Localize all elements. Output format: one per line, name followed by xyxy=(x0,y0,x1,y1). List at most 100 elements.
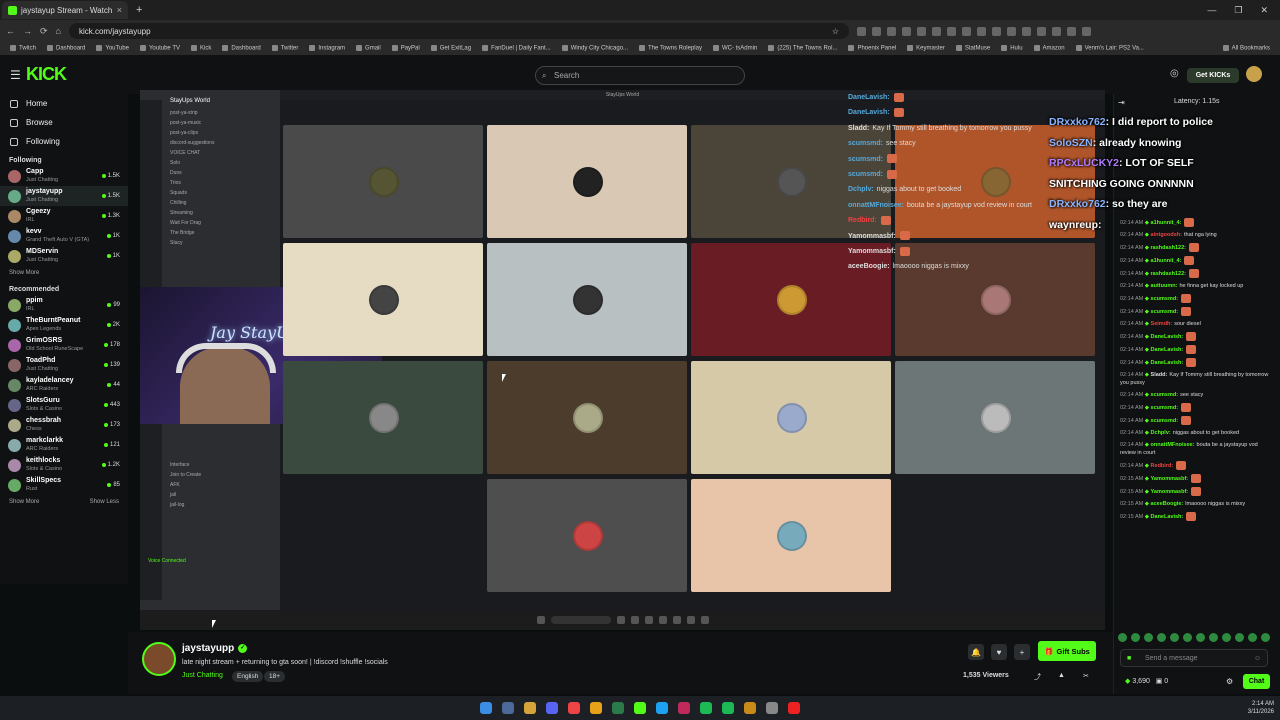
emote-icon[interactable] xyxy=(1144,632,1153,642)
message-user[interactable]: Yamommasbf: xyxy=(1151,489,1189,495)
extension-icon[interactable] xyxy=(856,26,866,36)
sidebar-channel[interactable]: Capp Just Chatting 1.5K xyxy=(0,166,128,186)
emote-icon[interactable] xyxy=(1170,632,1179,642)
show-more-button[interactable]: Show More xyxy=(9,499,39,505)
extension-icon[interactable] xyxy=(961,26,971,36)
message-user[interactable]: scumsmd: xyxy=(1151,392,1179,398)
sidebar-channel[interactable]: jaystayupp Just Chatting 1.5K xyxy=(0,186,128,206)
streamer-name[interactable]: jaystayupp xyxy=(182,643,234,654)
extension-icon[interactable] xyxy=(1051,26,1061,36)
emote-icon[interactable] xyxy=(1261,632,1270,642)
sidebar-channel[interactable]: kayladelancey ARC Raiders 44 xyxy=(0,375,128,395)
extension-icon[interactable] xyxy=(991,26,1001,36)
more-icon[interactable]: + xyxy=(1014,644,1030,660)
extension-icon[interactable] xyxy=(976,26,986,36)
close-window-button[interactable]: ✕ xyxy=(1260,5,1268,16)
taskbar-app-icon[interactable] xyxy=(656,702,668,714)
trophy-icon[interactable]: ◎ xyxy=(1170,68,1179,79)
message-user[interactable]: Dchplv: xyxy=(1151,430,1171,436)
kick-emote-icon[interactable]: ■ xyxy=(1127,655,1131,662)
kick-logo[interactable]: KICK xyxy=(26,64,80,86)
menu-icon[interactable]: ☰ xyxy=(10,68,21,82)
taskbar-app-icon[interactable] xyxy=(678,702,690,714)
spotify-icon[interactable] xyxy=(722,702,734,714)
extension-icon[interactable] xyxy=(1006,26,1016,36)
sidebar-channel[interactable]: keithlocks Slots & Casino 1.2K xyxy=(0,455,128,475)
message-user[interactable]: rashdash122: xyxy=(1151,245,1186,251)
category-link[interactable]: Just Chatting xyxy=(182,672,223,679)
new-tab-button[interactable]: + xyxy=(136,4,142,16)
video-player[interactable]: StayUps World StayUps World post-ya-stri… xyxy=(140,90,1105,630)
follow-heart-icon[interactable]: ♥ xyxy=(991,644,1007,660)
taskbar-app-icon[interactable] xyxy=(788,702,800,714)
message-user[interactable]: DaneLavish: xyxy=(1151,334,1184,340)
taskbar-app-icon[interactable] xyxy=(700,702,712,714)
bookmark-item[interactable]: Youtube TV xyxy=(140,45,180,52)
taskbar-app-icon[interactable] xyxy=(744,702,756,714)
extension-icon[interactable] xyxy=(1036,26,1046,36)
chat-send-button[interactable]: Chat xyxy=(1243,674,1270,689)
emote-icon[interactable] xyxy=(1196,632,1205,642)
get-kicks-button[interactable]: Get KICKs xyxy=(1187,68,1239,83)
sidebar-channel[interactable]: GrimOSRS Old School RuneScape 178 xyxy=(0,335,128,355)
sidebar-channel[interactable]: MDServin Just Chatting 1K xyxy=(0,246,128,266)
collapse-chat-icon[interactable]: ⇥ xyxy=(1118,98,1125,107)
bookmark-item[interactable]: WC- tsAdmin xyxy=(713,45,757,52)
emote-icon[interactable] xyxy=(1183,632,1192,642)
emote-icon[interactable] xyxy=(1248,632,1257,642)
tag-mature[interactable]: 18+ xyxy=(264,671,286,682)
reload-icon[interactable]: ⟳ xyxy=(40,26,48,37)
clip-icon[interactable]: ✂ xyxy=(1083,672,1089,680)
home-icon[interactable]: ⌂ xyxy=(56,26,61,36)
extension-icon[interactable] xyxy=(901,26,911,36)
emote-icon[interactable] xyxy=(1222,632,1231,642)
extension-icon[interactable] xyxy=(931,26,941,36)
bookmark-item[interactable]: StatMuse xyxy=(956,45,990,52)
extension-icon[interactable] xyxy=(871,26,881,36)
chat-settings-icon[interactable]: ⚙ xyxy=(1226,677,1233,686)
discord-icon[interactable] xyxy=(546,702,558,714)
nav-item-home[interactable]: Home xyxy=(0,94,128,113)
message-user[interactable]: a1hunnit_4: xyxy=(1151,258,1182,264)
emote-icon[interactable] xyxy=(1235,632,1244,642)
message-user[interactable]: DaneLavish: xyxy=(1151,360,1184,366)
bookmark-item[interactable]: Dashboard xyxy=(47,45,85,52)
bookmark-item[interactable]: Twitter xyxy=(272,45,299,52)
minimize-button[interactable]: — xyxy=(1207,5,1216,16)
bookmark-item[interactable]: YouTube xyxy=(96,45,129,52)
nav-item-following[interactable]: Following xyxy=(0,132,128,151)
sidebar-channel[interactable]: markclarkk ARC Raiders 121 xyxy=(0,435,128,455)
message-user[interactable]: DaneLavish: xyxy=(1151,514,1184,520)
bookmark-item[interactable]: Amazon xyxy=(1034,45,1065,52)
extension-icon[interactable] xyxy=(946,26,956,36)
message-user[interactable]: onnattMFnoisee: xyxy=(1151,442,1195,448)
message-user[interactable]: Redbird: xyxy=(1151,463,1174,469)
extension-icon[interactable] xyxy=(1021,26,1031,36)
search-input[interactable]: ⌕ Search xyxy=(535,66,745,85)
sidebar-channel[interactable]: TheBurntPeanut Apex Legends 2K xyxy=(0,315,128,335)
bookmark-item[interactable]: The Towns Roleplay xyxy=(639,45,702,52)
user-avatar[interactable] xyxy=(1246,66,1262,82)
extension-icon[interactable] xyxy=(1066,26,1076,36)
taskbar-app-icon[interactable] xyxy=(766,702,778,714)
message-user[interactable]: scumsmd: xyxy=(1151,296,1179,302)
bookmark-item[interactable]: PayPal xyxy=(392,45,420,52)
close-tab-icon[interactable]: × xyxy=(117,5,122,15)
emoji-icon[interactable]: ☺ xyxy=(1254,655,1261,662)
bookmark-item[interactable]: Gmail xyxy=(356,45,381,52)
bookmark-item[interactable]: Kick xyxy=(191,45,211,52)
all-bookmarks[interactable]: All Bookmarks xyxy=(1223,45,1270,52)
gift-subs-button[interactable]: 🎁 Gift Subs xyxy=(1038,641,1096,661)
sidebar-channel[interactable]: Cgeezy IRL 1.3K xyxy=(0,206,128,226)
message-user[interactable]: DaneLavish: xyxy=(1151,347,1184,353)
taskbar-app-icon[interactable] xyxy=(612,702,624,714)
extension-icon[interactable] xyxy=(1081,26,1091,36)
browser-tab[interactable]: jaystayup Stream - Watch × xyxy=(2,1,128,19)
bookmark-item[interactable]: FanDuel | Daily Fant... xyxy=(482,45,551,52)
bookmark-item[interactable]: (225) The Towns Rol... xyxy=(768,45,837,52)
start-icon[interactable] xyxy=(480,702,492,714)
emote-icon[interactable] xyxy=(1131,632,1140,642)
emote-icon[interactable] xyxy=(1209,632,1218,642)
message-user[interactable]: scumsmd: xyxy=(1151,418,1179,424)
forward-icon[interactable]: → xyxy=(23,26,32,36)
